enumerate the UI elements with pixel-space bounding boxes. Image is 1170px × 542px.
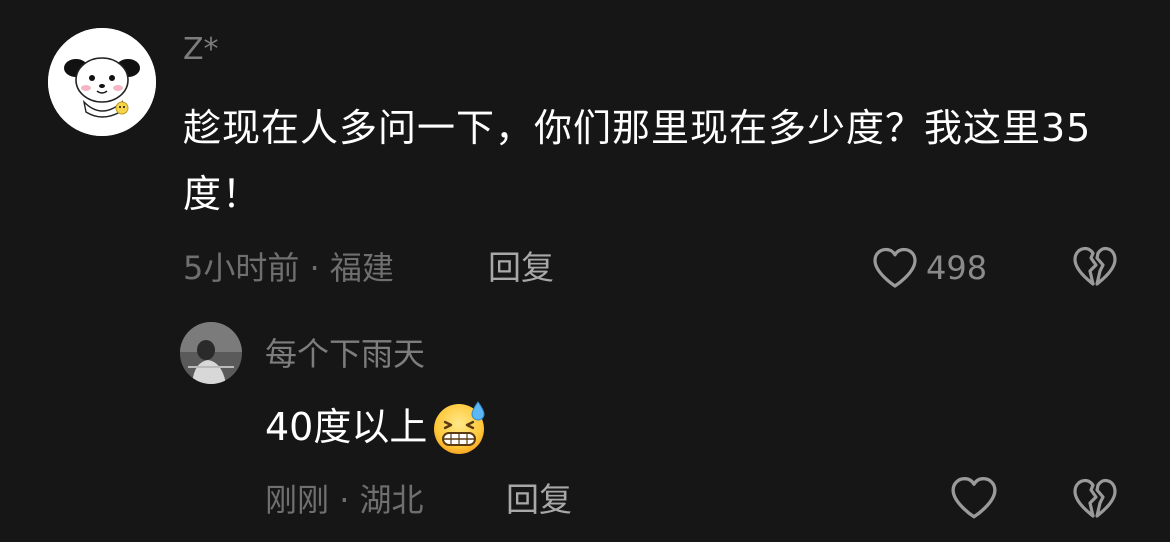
comment-time: 5小时前: [183, 249, 300, 287]
cartoon-dog-avatar-icon: [48, 28, 156, 136]
comment-location: 福建: [329, 249, 394, 287]
dislike-button[interactable]: [1072, 478, 1118, 524]
like-button[interactable]: 498: [872, 244, 987, 292]
user-avatar[interactable]: [48, 28, 156, 136]
grinning-sweat-emoji-icon: [431, 398, 489, 456]
comment-username[interactable]: 每个下雨天: [265, 332, 425, 376]
comment-time: 刚刚: [265, 481, 330, 519]
heart-outline-icon: [872, 247, 918, 289]
photo-avatar-icon: [180, 322, 242, 384]
like-button[interactable]: [950, 476, 998, 524]
comment-location: 湖北: [359, 481, 424, 519]
comment-meta: 刚刚 · 湖北: [265, 478, 424, 522]
like-count: 498: [926, 249, 988, 287]
heart-outline-icon: [951, 477, 997, 519]
meta-separator: ·: [329, 481, 360, 519]
comment-text: 趁现在人多问一下，你们那里现在多少度？我这里35度！: [183, 106, 1092, 216]
reply-button[interactable]: 回复: [506, 478, 572, 522]
meta-separator: ·: [299, 249, 330, 287]
broken-heart-icon: [1073, 246, 1117, 286]
broken-heart-icon: [1073, 478, 1117, 518]
comment-username[interactable]: Z*: [183, 30, 219, 70]
user-avatar[interactable]: [180, 322, 242, 384]
comment-text: 40度以上: [265, 405, 428, 449]
comment-text-row: 40度以上: [265, 398, 489, 456]
comment-meta: 5小时前 · 福建: [183, 246, 394, 290]
dislike-button[interactable]: [1072, 246, 1118, 292]
reply-button[interactable]: 回复: [488, 246, 554, 290]
